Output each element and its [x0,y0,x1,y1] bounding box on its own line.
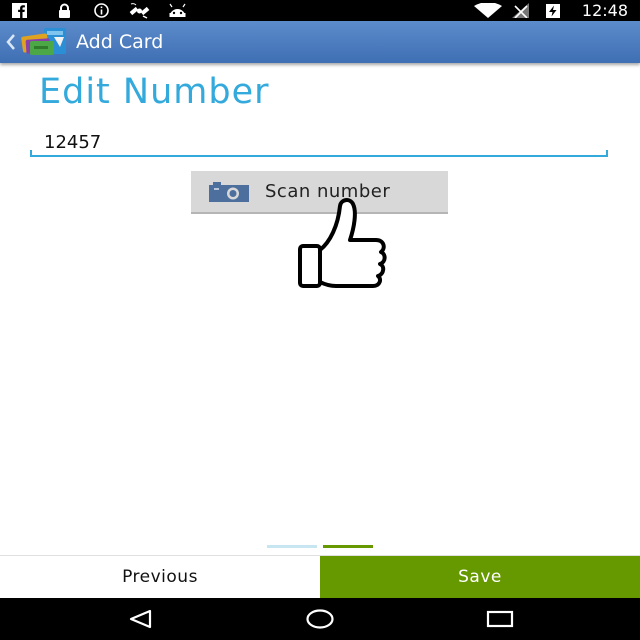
input-edge-right [606,150,608,157]
action-bar-title: Add Card [76,31,164,53]
info-icon [94,3,109,18]
wifi-icon [474,3,502,18]
status-time: 12:48 [581,1,628,20]
status-bar: 12:48 [0,0,640,21]
page-title: Edit Number [39,72,270,112]
android-icon [169,3,186,17]
recents-icon[interactable] [486,608,514,630]
previous-button[interactable]: Previous [0,556,320,598]
input-edge-left [30,150,32,157]
home-icon[interactable] [305,608,335,630]
facebook-icon [12,3,27,18]
navigation-bar [0,598,640,640]
satellite-icon [129,3,150,19]
signal-icon [512,3,529,18]
lock-icon [59,3,70,18]
camera-icon [209,182,249,202]
thumbs-up-icon [298,198,387,288]
back-icon[interactable] [127,608,153,630]
bottom-button-bar: Previous Save [0,555,640,598]
page-indicator-2 [323,545,373,548]
screen: 12:48 Add Card Edit Number Scan number [0,0,640,640]
app-logo-icon[interactable] [20,27,68,57]
up-chevron-icon[interactable] [6,33,16,51]
battery-charging-icon [546,4,560,18]
action-bar: Add Card [0,21,640,63]
page-indicator-1 [267,545,317,548]
number-input[interactable] [30,130,608,157]
save-button[interactable]: Save [320,556,640,598]
